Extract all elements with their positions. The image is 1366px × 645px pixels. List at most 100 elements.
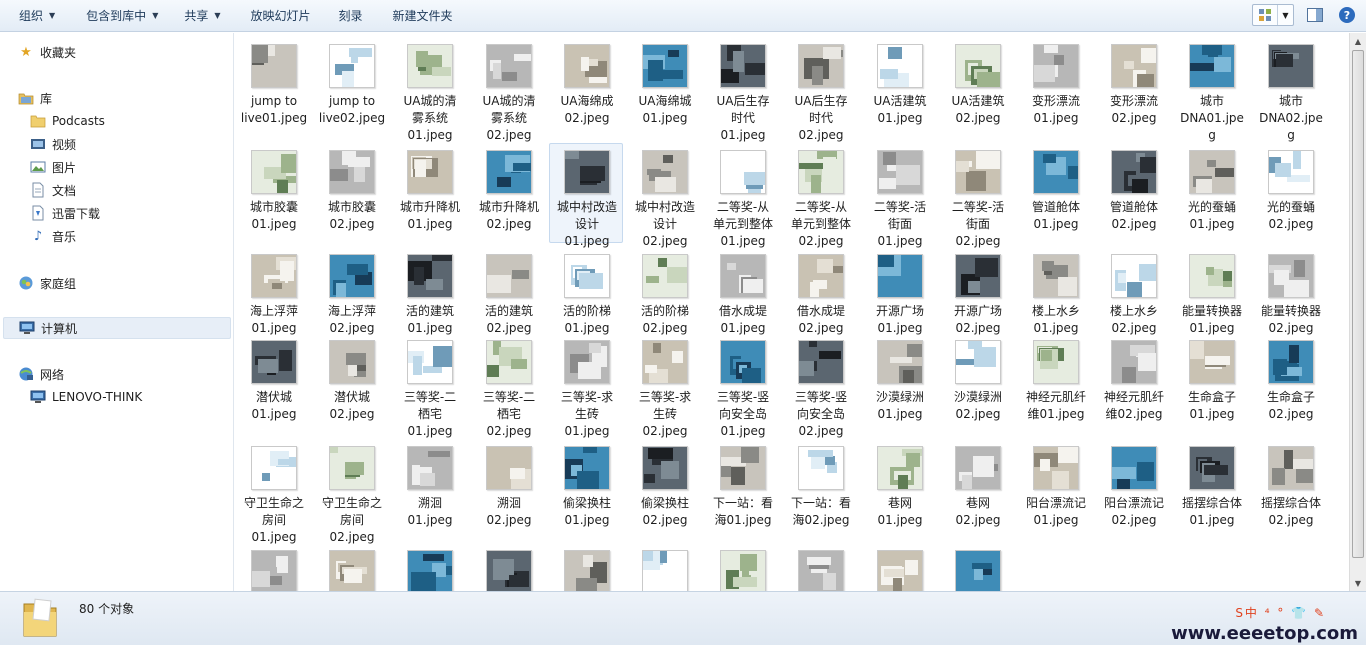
file-item[interactable] — [236, 543, 310, 591]
file-item[interactable]: 城市 DNA01.jpe g — [1174, 37, 1248, 142]
file-item[interactable]: 下一站：看 海02.jpeg — [783, 439, 857, 539]
file-item[interactable]: 生命盒子 02.jpeg — [1253, 333, 1327, 433]
file-item[interactable]: 潜伏城 01.jpeg — [236, 333, 310, 433]
file-item[interactable]: UA城的清 雾系统 01.jpeg — [392, 37, 466, 142]
file-item[interactable]: 溯洄 02.jpeg — [471, 439, 545, 539]
file-item[interactable]: UA活建筑 01.jpeg — [862, 37, 936, 137]
file-item[interactable]: 神经元肌纤 维01.jpeg — [1018, 333, 1092, 433]
nav-lib-podcasts[interactable]: Podcasts — [30, 111, 105, 131]
file-list-view[interactable]: jump to live01.jpeg jump to live02.jpeg UA… — [235, 33, 1349, 591]
nav-network-computer[interactable]: LENOVO-THINK — [30, 387, 142, 407]
file-item[interactable]: 能量转换器 01.jpeg — [1174, 247, 1248, 347]
file-item[interactable]: 城中村改造 设计 02.jpeg — [627, 143, 701, 248]
file-item[interactable]: 城市胶囊 02.jpeg — [314, 143, 388, 243]
nav-favorites[interactable]: ★ 收藏夹 — [18, 42, 76, 62]
new-folder-button[interactable]: 新建文件夹 — [382, 4, 464, 28]
file-item[interactable]: 沙漠绿洲 01.jpeg — [862, 333, 936, 433]
file-item[interactable] — [940, 543, 1014, 591]
file-item[interactable]: 巷网 02.jpeg — [940, 439, 1014, 539]
file-item[interactable]: 三等奖-求 生砖 01.jpeg — [549, 333, 623, 438]
view-more-chevron-icon[interactable]: ▼ — [1277, 5, 1293, 25]
file-item[interactable]: 摇摆综合体 01.jpeg — [1174, 439, 1248, 539]
file-item[interactable]: 二等奖-从 单元到整体 02.jpeg — [783, 143, 857, 248]
vertical-scrollbar[interactable]: ▲ ▼ — [1349, 33, 1366, 591]
nav-lib-videos[interactable]: 视频 — [30, 134, 76, 154]
file-item[interactable]: 下一站：看 海01.jpeg — [705, 439, 779, 539]
file-item[interactable]: 守卫生命之 房间 01.jpeg — [236, 439, 310, 544]
file-item[interactable]: 楼上水乡 01.jpeg — [1018, 247, 1092, 347]
nav-lib-documents[interactable]: 文档 — [30, 180, 76, 200]
file-item[interactable] — [862, 543, 936, 591]
burn-button[interactable]: 刻录 — [328, 4, 374, 28]
file-item[interactable]: 光的蚕蛹 02.jpeg — [1253, 143, 1327, 243]
file-item[interactable]: jump to live02.jpeg — [314, 37, 388, 137]
nav-libraries[interactable]: 库 — [18, 88, 52, 108]
scrollbar-thumb[interactable] — [1352, 50, 1364, 558]
file-item[interactable]: UA后生存 时代 02.jpeg — [783, 37, 857, 142]
file-item[interactable]: 能量转换器 02.jpeg — [1253, 247, 1327, 347]
file-item[interactable]: 海上浮萍 01.jpeg — [236, 247, 310, 347]
file-item[interactable]: 变形漂流 01.jpeg — [1018, 37, 1092, 137]
file-item[interactable]: 三等奖-二 栖宅 01.jpeg — [392, 333, 466, 438]
file-item[interactable] — [549, 543, 623, 591]
file-item[interactable]: 城市 DNA02.jpe g — [1253, 37, 1327, 142]
scroll-up-arrow-icon[interactable]: ▲ — [1350, 33, 1366, 49]
file-item[interactable]: 变形漂流 02.jpeg — [1096, 37, 1170, 137]
file-item[interactable]: 生命盒子 01.jpeg — [1174, 333, 1248, 433]
file-item[interactable]: 管道舱体 01.jpeg — [1018, 143, 1092, 243]
file-item[interactable] — [627, 543, 701, 591]
file-item[interactable]: 巷网 01.jpeg — [862, 439, 936, 539]
file-item[interactable]: 城市升降机 01.jpeg — [392, 143, 466, 243]
file-item[interactable]: UA海绵成 02.jpeg — [549, 37, 623, 137]
file-item[interactable]: 潜伏城 02.jpeg — [314, 333, 388, 433]
change-view-control[interactable]: ▼ — [1252, 4, 1294, 26]
file-item[interactable]: 二等奖-活 街面 02.jpeg — [940, 143, 1014, 248]
file-item[interactable]: 偷梁换柱 01.jpeg — [549, 439, 623, 539]
file-item[interactable]: 阳台漂流记 01.jpeg — [1018, 439, 1092, 539]
file-item[interactable]: 三等奖-竖 向安全岛 02.jpeg — [783, 333, 857, 438]
file-item[interactable]: 海上浮萍 02.jpeg — [314, 247, 388, 347]
file-item[interactable]: 城市升降机 02.jpeg — [471, 143, 545, 243]
file-item[interactable]: 借水成堤 01.jpeg — [705, 247, 779, 347]
file-item[interactable]: 借水成堤 02.jpeg — [783, 247, 857, 347]
file-item[interactable]: 三等奖-竖 向安全岛 01.jpeg — [705, 333, 779, 438]
nav-lib-thunder-downloads[interactable]: 迅雷下载 — [30, 203, 100, 223]
file-item[interactable] — [471, 543, 545, 591]
file-item[interactable]: 沙漠绿洲 02.jpeg — [940, 333, 1014, 433]
slideshow-button[interactable]: 放映幻灯片 — [240, 4, 322, 28]
nav-lib-music[interactable]: ♪ 音乐 — [30, 226, 76, 246]
nav-network[interactable]: 网络 — [18, 364, 64, 384]
file-item[interactable]: jump to live01.jpeg — [236, 37, 310, 137]
include-in-library-button[interactable]: 包含到库中 ▼ — [75, 4, 169, 28]
file-item[interactable]: 活的建筑 01.jpeg — [392, 247, 466, 347]
file-item[interactable] — [392, 543, 466, 591]
preview-pane-icon[interactable] — [1304, 4, 1326, 26]
help-icon[interactable]: ? — [1336, 4, 1358, 26]
file-item[interactable] — [783, 543, 857, 591]
file-item[interactable] — [314, 543, 388, 591]
nav-computer[interactable]: 计算机 — [3, 317, 231, 339]
file-item[interactable]: 开源广场 02.jpeg — [940, 247, 1014, 347]
file-item[interactable]: UA海绵城 01.jpeg — [627, 37, 701, 137]
file-item[interactable]: 楼上水乡 02.jpeg — [1096, 247, 1170, 347]
file-item[interactable]: 摇摆综合体 02.jpeg — [1253, 439, 1327, 539]
file-item[interactable] — [705, 543, 779, 591]
nav-lib-pictures[interactable]: 图片 — [30, 157, 76, 177]
file-item[interactable]: 活的阶梯 02.jpeg — [627, 247, 701, 347]
file-item[interactable]: UA后生存 时代 01.jpeg — [705, 37, 779, 142]
file-item[interactable]: 溯洄 01.jpeg — [392, 439, 466, 539]
file-item[interactable]: 守卫生命之 房间 02.jpeg — [314, 439, 388, 544]
view-icon[interactable] — [1253, 5, 1277, 25]
file-item[interactable]: 三等奖-求 生砖 02.jpeg — [627, 333, 701, 438]
file-item[interactable]: 活的建筑 02.jpeg — [471, 247, 545, 347]
file-item[interactable]: 三等奖-二 栖宅 02.jpeg — [471, 333, 545, 438]
file-item[interactable]: 活的阶梯 01.jpeg — [549, 247, 623, 347]
file-item[interactable]: 偷梁换柱 02.jpeg — [627, 439, 701, 539]
file-item[interactable]: 二等奖-活 街面 01.jpeg — [862, 143, 936, 248]
file-item[interactable]: 城市胶囊 01.jpeg — [236, 143, 310, 243]
file-item[interactable]: 阳台漂流记 02.jpeg — [1096, 439, 1170, 539]
file-item[interactable]: 管道舱体 02.jpeg — [1096, 143, 1170, 243]
file-item[interactable]: UA活建筑 02.jpeg — [940, 37, 1014, 137]
file-item[interactable]: 二等奖-从 单元到整体 01.jpeg — [705, 143, 779, 248]
nav-homegroup[interactable]: 家庭组 — [18, 273, 76, 293]
